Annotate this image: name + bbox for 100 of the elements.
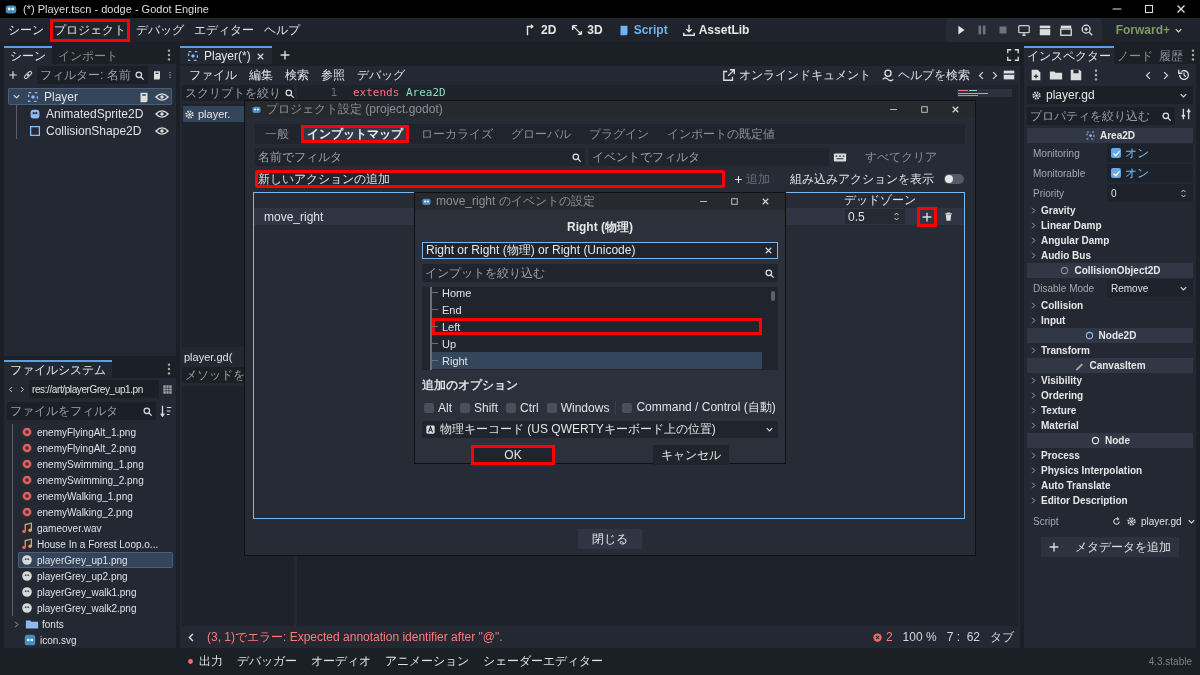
toggle-switch[interactable]	[944, 174, 964, 184]
editor-tab[interactable]: Player(*)	[180, 46, 272, 64]
file-item[interactable]: gameover.wav	[18, 520, 173, 536]
close-button[interactable]: 閉じる	[578, 529, 642, 549]
renderer-dropdown[interactable]: Forward+	[1109, 22, 1190, 38]
dock-tab[interactable]: シーン	[4, 46, 52, 64]
checkbox[interactable]	[1111, 148, 1121, 158]
help-link[interactable]: ヘルプを検索	[877, 65, 974, 85]
menu-item[interactable]: ファイル	[184, 65, 242, 85]
dock-tab[interactable]: ノード	[1114, 46, 1156, 64]
property-group[interactable]: Visibility	[1027, 373, 1193, 388]
checkbox[interactable]	[1111, 168, 1121, 178]
add-event-button[interactable]	[917, 206, 937, 227]
cancel-button[interactable]: キャンセル	[653, 445, 729, 465]
section-header[interactable]: CanvasItem	[1027, 358, 1193, 373]
key-item[interactable]: Right	[432, 352, 762, 369]
filter-field[interactable]: ファイルをフィルタ	[7, 402, 156, 420]
property-group[interactable]: Input	[1027, 313, 1193, 328]
dock-tab[interactable]: インポート	[52, 46, 124, 64]
tree-item[interactable]: AnimatedSprite2D	[25, 105, 172, 122]
settings-tab[interactable]: ローカライズ	[415, 125, 499, 143]
property-group[interactable]: Audio Bus	[1027, 248, 1193, 263]
workspace-tab[interactable]: Script	[616, 23, 668, 37]
menu-item[interactable]: プロジェクト	[50, 18, 130, 42]
magnifier-icon[interactable]	[1079, 23, 1094, 37]
file-item[interactable]: enemyFlyingAlt_2.png	[18, 440, 173, 456]
section-header[interactable]: Node	[1027, 433, 1193, 448]
sliders-icon[interactable]	[1179, 107, 1193, 121]
clear-icon[interactable]	[763, 245, 774, 256]
zoom-level[interactable]: 100 %	[902, 630, 937, 644]
file-item[interactable]: enemyWalking_2.png	[18, 504, 173, 520]
menu-item[interactable]: シーン	[4, 18, 48, 42]
property-value[interactable]: player.gd	[1141, 515, 1182, 527]
property-group[interactable]: Gravity	[1027, 203, 1193, 218]
filter-field[interactable]: 名前でフィルタ	[255, 148, 585, 166]
section-header[interactable]: Node2D	[1027, 328, 1193, 343]
menu-item[interactable]: 検索	[280, 65, 314, 85]
key-item[interactable]: Left	[432, 318, 762, 335]
settings-tab[interactable]: グローバル	[505, 125, 577, 143]
file-item[interactable]: playerGrey_up1.png	[18, 552, 173, 568]
property-group[interactable]: Process	[1027, 448, 1193, 463]
add-icon[interactable]	[7, 69, 19, 81]
maximize-icon[interactable]	[919, 104, 930, 115]
help-link[interactable]: オンラインドキュメント	[718, 65, 875, 85]
modifier-checkbox[interactable]: Ctrl	[504, 400, 541, 415]
tree-item[interactable]: CollisionShape2D	[25, 122, 172, 139]
filter-field[interactable]: プロパティを絞り込む	[1027, 107, 1175, 125]
add-metadata-button[interactable]: メタデータを追加	[1041, 537, 1179, 557]
monitor-icon[interactable]	[1016, 23, 1031, 37]
settings-tab[interactable]: 一般	[259, 125, 295, 143]
menu-item[interactable]: 参照	[316, 65, 350, 85]
file-item[interactable]: enemyFlyingAlt_1.png	[18, 424, 173, 440]
menu-item[interactable]: エディター	[190, 18, 258, 42]
workspace-tab[interactable]: AssetLib	[681, 23, 750, 37]
save-icon[interactable]	[1069, 68, 1083, 82]
dock-tab[interactable]: インスペクター	[1024, 46, 1114, 64]
link-icon[interactable]	[22, 69, 34, 81]
property-group[interactable]: Ordering	[1027, 388, 1193, 403]
modifier-checkbox[interactable]: Command / Control (自動)	[620, 399, 778, 416]
dock-tab[interactable]: 履歴	[1156, 46, 1186, 64]
file-item[interactable]: fonts	[9, 616, 173, 632]
dock-tab[interactable]: ファイルシステム	[4, 360, 112, 378]
filter-field[interactable]: イベントでフィルタ	[589, 148, 829, 166]
maximize-icon[interactable]	[729, 196, 740, 207]
menu-item[interactable]: デバッグ	[352, 65, 410, 85]
trash-icon[interactable]	[943, 211, 954, 222]
modifier-checkbox[interactable]: Shift	[458, 400, 501, 415]
workspace-tab[interactable]: 3D	[570, 23, 603, 37]
panels-icon[interactable]	[1002, 68, 1016, 82]
filter-field[interactable]: フィルター: 名前	[37, 66, 148, 84]
resource-dropdown[interactable]: player.gd	[1027, 86, 1193, 104]
maximize-icon[interactable]	[1142, 2, 1156, 16]
settings-tab[interactable]: プラグイン	[583, 125, 655, 143]
file-item[interactable]: playerGrey_walk1.png	[18, 584, 173, 600]
number-field[interactable]: 0	[1107, 184, 1193, 202]
property-group[interactable]: Texture	[1027, 403, 1193, 418]
new-resource-icon[interactable]	[1029, 68, 1043, 82]
menu-item[interactable]: デバッグ	[132, 18, 188, 42]
panel-tab[interactable]: シェーダーエディター	[478, 651, 608, 672]
file-item[interactable]: enemySwimming_1.png	[18, 456, 173, 472]
workspace-tab[interactable]: 2D	[524, 23, 557, 37]
close-icon[interactable]	[760, 196, 771, 207]
event-field[interactable]: Right or Right (物理) or Right (Unicode)	[422, 242, 778, 259]
property-group[interactable]: Physics Interpolation	[1027, 463, 1193, 478]
panel-tab[interactable]: オーディオ	[306, 651, 376, 672]
settings-tab[interactable]: インプットマップ	[301, 125, 409, 143]
property-group[interactable]: Linear Damp	[1027, 218, 1193, 233]
file-item[interactable]: House In a Forest Loop.o...	[18, 536, 173, 552]
property-group[interactable]: Editor Description	[1027, 493, 1193, 508]
grid-icon[interactable]	[162, 383, 173, 395]
modifier-checkbox[interactable]: Alt	[422, 400, 454, 415]
property-group[interactable]: Angular Damp	[1027, 233, 1193, 248]
add-action-field[interactable]: 新しいアクションの追加	[255, 170, 725, 188]
filter-field[interactable]: インプットを絞り込む	[422, 264, 778, 282]
minimap-drawing[interactable]	[957, 89, 1012, 97]
clear-all-button[interactable]: すべてクリア	[863, 148, 939, 166]
menu-item[interactable]: ヘルプ	[260, 18, 304, 42]
section-header[interactable]: CollisionObject2D	[1027, 263, 1193, 278]
ok-button[interactable]: OK	[471, 445, 555, 465]
property-group[interactable]: Material	[1027, 418, 1193, 433]
